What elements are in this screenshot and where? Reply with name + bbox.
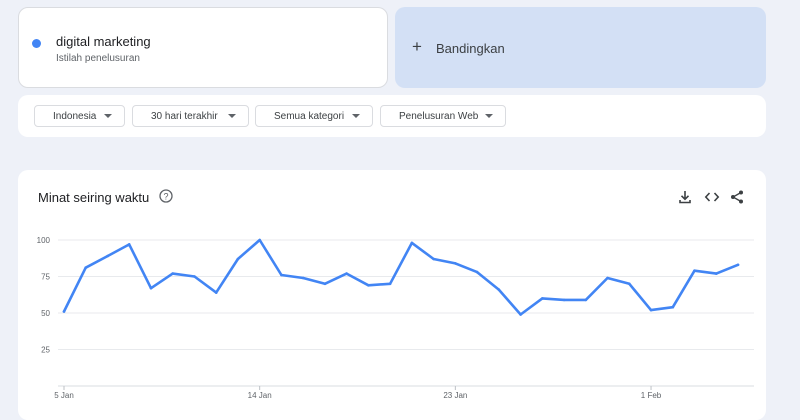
data-point <box>606 276 609 280</box>
data-point <box>280 273 283 277</box>
data-point <box>497 288 501 291</box>
data-point <box>84 266 87 269</box>
data-point <box>671 305 675 309</box>
y-tick-label: 50 <box>41 309 50 318</box>
compare-button[interactable]: + Bandingkan <box>395 7 766 88</box>
data-point <box>693 269 696 272</box>
data-point <box>388 282 392 286</box>
series-color-dot <box>32 39 41 48</box>
data-point <box>584 298 588 302</box>
top-section: digital marketing Istilah penelusuran + … <box>0 0 800 153</box>
search-term-name[interactable]: digital marketing <box>56 34 151 49</box>
data-point <box>127 243 131 246</box>
data-point <box>193 275 196 278</box>
x-tick-label: 23 Jan <box>443 391 467 400</box>
filter-bar: Indonesia 30 hari terakhir Semua kategor… <box>18 95 766 137</box>
plus-icon: + <box>412 37 422 56</box>
data-point <box>171 272 174 275</box>
series-line <box>62 238 740 316</box>
filter-category-label: Semua kategori <box>274 110 345 122</box>
x-tick-label: 14 Jan <box>248 391 272 400</box>
data-point <box>345 272 348 275</box>
filter-region-label: Indonesia <box>53 110 97 122</box>
search-term-card[interactable]: digital marketing Istilah penelusuran <box>18 7 388 88</box>
data-point <box>454 262 457 265</box>
data-point <box>106 254 109 258</box>
filter-time-range-label: 30 hari terakhir <box>151 110 218 122</box>
data-point <box>475 270 479 274</box>
data-point <box>236 257 240 261</box>
filter-category[interactable]: Semua kategori <box>255 105 373 127</box>
data-point <box>519 313 522 316</box>
data-point <box>541 297 544 300</box>
trend-chart: 25 50 75 100 5 Jan 14 Jan 23 Jan 1 Feb <box>37 236 754 400</box>
data-point <box>367 284 370 287</box>
data-point <box>323 282 327 286</box>
data-point <box>62 310 66 313</box>
data-point <box>258 238 261 242</box>
y-tick-label: 100 <box>37 236 51 245</box>
data-point <box>649 308 653 312</box>
x-tick-label: 5 Jan <box>54 391 74 400</box>
dropdown-caret-icon <box>228 114 236 118</box>
data-point <box>432 257 435 261</box>
filter-region[interactable]: Indonesia <box>34 105 125 127</box>
compare-label: Bandingkan <box>436 41 505 56</box>
data-point <box>715 272 718 275</box>
y-tick-label: 75 <box>41 273 50 282</box>
interest-over-time-card: Minat seiring waktu ? 25 50 75 100 5 Jan 14 J… <box>18 170 766 420</box>
dropdown-caret-icon <box>352 114 360 118</box>
y-tick-label: 25 <box>41 346 50 355</box>
filter-search-type-label: Penelusuran Web <box>399 110 479 122</box>
dropdown-caret-icon <box>104 114 112 118</box>
data-point <box>149 286 153 290</box>
data-point <box>214 291 218 294</box>
dropdown-caret-icon <box>485 114 493 118</box>
data-point <box>562 298 566 302</box>
data-point <box>628 282 631 286</box>
data-point <box>736 263 740 267</box>
search-term-type: Istilah penelusuran <box>56 53 140 64</box>
filter-time-range[interactable]: 30 hari terakhir <box>132 105 249 127</box>
data-point <box>410 241 414 245</box>
filter-search-type[interactable]: Penelusuran Web <box>380 105 506 127</box>
data-point <box>301 276 305 280</box>
x-tick-label: 1 Feb <box>641 391 662 400</box>
